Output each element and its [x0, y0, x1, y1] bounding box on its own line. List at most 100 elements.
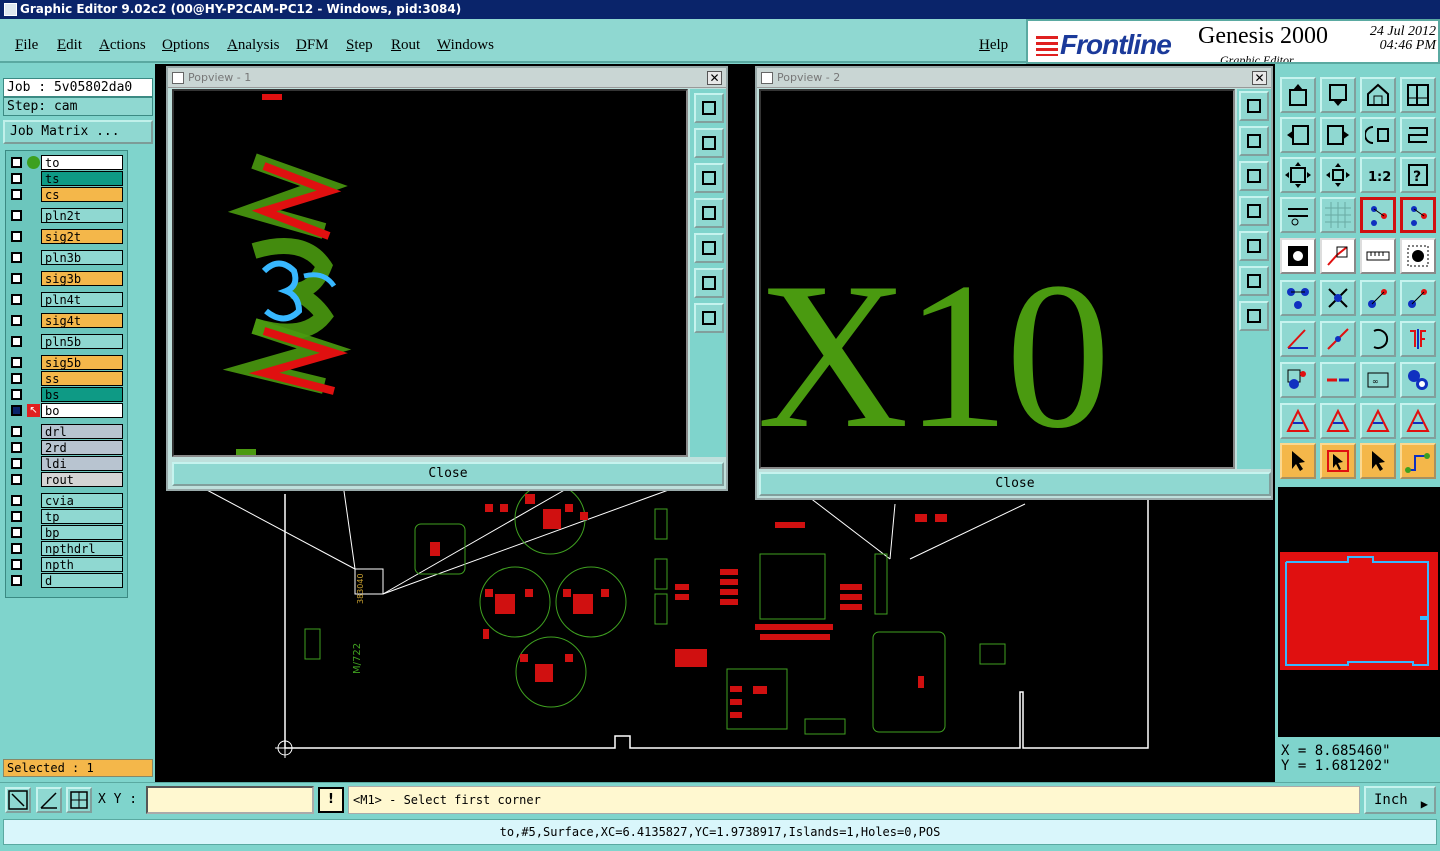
- layer-row-sig2t[interactable]: sig2t: [8, 229, 126, 244]
- connect-nodes-button[interactable]: [1280, 280, 1316, 316]
- move-node-button[interactable]: [1360, 280, 1396, 316]
- layer-checkbox[interactable]: [11, 373, 22, 384]
- select-arrow-button[interactable]: [1280, 443, 1316, 479]
- layer-checkbox[interactable]: [11, 173, 22, 184]
- popview-1-zoom-home-button[interactable]: [694, 303, 724, 333]
- job-matrix-button[interactable]: Job Matrix ...: [3, 120, 153, 144]
- layer-checkbox[interactable]: [11, 458, 22, 469]
- popview-2-view[interactable]: X10: [759, 89, 1235, 469]
- popview-2-pan-down-button[interactable]: [1239, 161, 1269, 191]
- home-view-button[interactable]: [1360, 77, 1396, 113]
- popview-1-pan-right-button[interactable]: [694, 233, 724, 263]
- popview-2-pan-up-button[interactable]: [1239, 126, 1269, 156]
- outline-1-button[interactable]: [1280, 403, 1316, 439]
- menu-rout[interactable]: Rout: [391, 37, 420, 54]
- layer-row-bp[interactable]: bp: [8, 525, 126, 540]
- net-highlight-button[interactable]: [1360, 197, 1396, 233]
- popview-2-close-button[interactable]: Close: [759, 472, 1271, 496]
- popview-1-close-icon[interactable]: ✕: [707, 71, 722, 85]
- group-button[interactable]: [1400, 362, 1436, 398]
- fit-view-button[interactable]: [1280, 157, 1316, 193]
- help-tool-button[interactable]: ?: [1400, 157, 1436, 193]
- menu-options[interactable]: Options: [162, 37, 210, 54]
- layer-row-pln3b[interactable]: pln3b: [8, 250, 126, 265]
- select-route-button[interactable]: [1400, 443, 1436, 479]
- layer-checkbox[interactable]: [11, 189, 22, 200]
- menu-step[interactable]: Step: [346, 37, 373, 54]
- outline-2-button[interactable]: [1320, 403, 1356, 439]
- warning-button[interactable]: !: [318, 787, 344, 813]
- draw-line-button[interactable]: [1320, 321, 1356, 357]
- layer-row-2rd[interactable]: 2rd: [8, 440, 126, 455]
- step-name-field[interactable]: Step: cam: [3, 97, 153, 116]
- layer-checkbox[interactable]: [11, 231, 22, 242]
- layer-row-tp[interactable]: tp: [8, 509, 126, 524]
- menu-file[interactable]: File: [15, 37, 38, 54]
- layer-row-pln2t[interactable]: pln2t: [8, 208, 126, 223]
- popview-2-close-icon[interactable]: ✕: [1252, 71, 1267, 85]
- grid-snap-button[interactable]: [66, 787, 92, 813]
- center-view-button[interactable]: [1320, 157, 1356, 193]
- popview-1-zoom-out-button[interactable]: [694, 268, 724, 298]
- layer-row-npthdrl[interactable]: npthdrl: [8, 541, 126, 556]
- pan-right-tool-button[interactable]: [1320, 117, 1356, 153]
- layer-row-pln5b[interactable]: pln5b: [8, 334, 126, 349]
- layer-checkbox[interactable]: [11, 357, 22, 368]
- layer-row-cvia[interactable]: cvia: [8, 493, 126, 508]
- layer-row-cs[interactable]: cs: [8, 187, 126, 202]
- layer-row-to[interactable]: to: [8, 155, 126, 170]
- layer-row-rout[interactable]: rout: [8, 472, 126, 487]
- outline-3-button[interactable]: [1360, 403, 1396, 439]
- delete-node-button[interactable]: [1320, 280, 1356, 316]
- add-pad-button[interactable]: [1280, 362, 1316, 398]
- layer-row-npth[interactable]: npth: [8, 557, 126, 572]
- menu-analysis[interactable]: Analysis: [227, 37, 280, 54]
- layer-row-drl[interactable]: drl: [8, 424, 126, 439]
- layer-row-sig4t[interactable]: sig4t: [8, 313, 126, 328]
- select-box-button[interactable]: [1320, 443, 1356, 479]
- measure-ruler-button[interactable]: [1360, 238, 1396, 274]
- units-select[interactable]: Inch ▶: [1364, 786, 1436, 814]
- rotate-view-button[interactable]: [1360, 117, 1396, 153]
- split-line-button[interactable]: [1320, 362, 1356, 398]
- select-round-button[interactable]: [1400, 238, 1436, 274]
- layer-checkbox[interactable]: [11, 315, 22, 326]
- zoom-bottom-button[interactable]: [1320, 77, 1356, 113]
- layer-row-ts[interactable]: ts: [8, 171, 126, 186]
- layer-checkbox[interactable]: [11, 543, 22, 554]
- menu-dfm[interactable]: DFM: [296, 37, 329, 54]
- layer-row-d[interactable]: d: [8, 573, 126, 588]
- arc-button[interactable]: [1360, 321, 1396, 357]
- layer-row-ldi[interactable]: ldi: [8, 456, 126, 471]
- select-arrow-2-button[interactable]: [1360, 443, 1396, 479]
- layer-checkbox[interactable]: [11, 389, 22, 400]
- menu-help[interactable]: Help: [979, 37, 1008, 54]
- layer-checkbox[interactable]: [11, 575, 22, 586]
- layer-checkbox[interactable]: [11, 495, 22, 506]
- layer-checkbox[interactable]: [11, 336, 22, 347]
- angle-line-button[interactable]: [1280, 321, 1316, 357]
- layer-checkbox[interactable]: [11, 157, 22, 168]
- layer-checkbox[interactable]: [11, 442, 22, 453]
- grid-view-button[interactable]: [1320, 197, 1356, 233]
- measure-mode-button[interactable]: [36, 787, 62, 813]
- select-pad-button[interactable]: [1280, 238, 1316, 274]
- menu-edit[interactable]: Edit: [57, 37, 82, 54]
- snake-view-button[interactable]: [1400, 117, 1436, 153]
- layer-row-sig3b[interactable]: sig3b: [8, 271, 126, 286]
- layer-row-sig5b[interactable]: sig5b: [8, 355, 126, 370]
- layer-checkbox[interactable]: [11, 527, 22, 538]
- layer-checkbox[interactable]: [11, 252, 22, 263]
- layer-row-bs[interactable]: bs: [8, 387, 126, 402]
- layer-checkbox[interactable]: [11, 294, 22, 305]
- layer-checkbox[interactable]: [11, 273, 22, 284]
- outline-4-button[interactable]: [1400, 403, 1436, 439]
- layer-checkbox[interactable]: [11, 405, 22, 416]
- dimension-button[interactable]: ∞: [1360, 362, 1396, 398]
- scale-1-2-button[interactable]: 1:2: [1360, 157, 1396, 193]
- popview-1-pan-up-button[interactable]: [694, 128, 724, 158]
- net-highlight-2-button[interactable]: [1400, 197, 1436, 233]
- popview-1-close-button[interactable]: Close: [172, 462, 724, 486]
- xy-input[interactable]: [146, 786, 314, 814]
- edit-tools-button[interactable]: [1280, 197, 1316, 233]
